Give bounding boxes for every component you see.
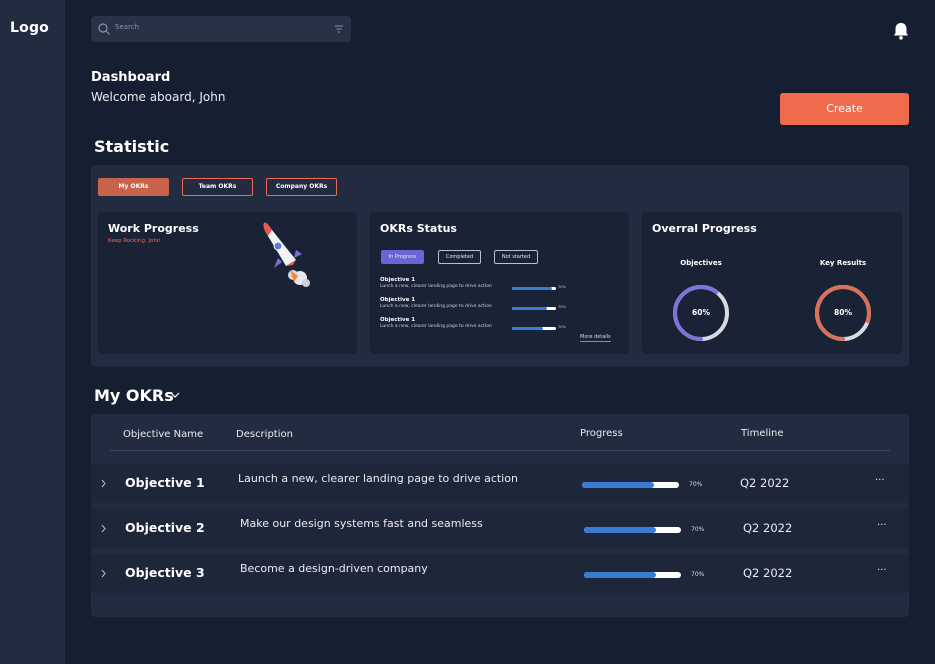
bell-icon[interactable] — [891, 21, 911, 41]
search-input[interactable]: Search — [115, 23, 139, 31]
filter-in-progress[interactable]: In Progress — [381, 250, 424, 264]
more-options-icon[interactable]: ··· — [875, 475, 885, 486]
search-icon — [98, 23, 110, 35]
status-progress-bar — [512, 287, 556, 290]
row-progress-pct: 70% — [691, 571, 705, 578]
row-progress-fill — [584, 527, 656, 533]
chevron-down-icon[interactable] — [170, 391, 180, 399]
row-timeline: Q2 2022 — [740, 476, 790, 490]
row-objective-name: Objective 1 — [125, 475, 205, 490]
statistic-panel: My OKRs Team OKRs Company OKRs Work Prog… — [91, 165, 909, 367]
row-objective-name: Objective 2 — [125, 520, 205, 535]
row-progress-pct: 70% — [691, 526, 705, 533]
more-options-icon[interactable]: ··· — [877, 520, 887, 531]
status-progress-fill — [512, 287, 552, 290]
create-button[interactable]: Create — [780, 93, 909, 125]
tab-my-okrs[interactable]: My OKRs — [98, 178, 169, 196]
work-progress-subtitle: Keep Rocking, John — [108, 238, 161, 244]
row-description: Launch a new, clearer landing page to dr… — [238, 472, 518, 485]
table-row[interactable]: Objective 3 Become a design-driven compa… — [91, 554, 909, 593]
tab-team-okrs[interactable]: Team OKRs — [182, 178, 253, 196]
row-description: Become a design-driven company — [240, 562, 428, 575]
filter-completed[interactable]: Completed — [438, 250, 481, 264]
header-objective-name: Objective Name — [123, 429, 204, 440]
status-progress-pct: 70% — [558, 305, 566, 309]
more-options-icon[interactable]: ··· — [877, 565, 887, 576]
status-objective-item[interactable]: Objective 1 Lunch a new, clearer landing… — [380, 297, 620, 310]
tab-company-okrs[interactable]: Company OKRs — [266, 178, 337, 196]
row-progress-fill — [584, 572, 656, 578]
chevron-right-icon[interactable] — [101, 524, 106, 533]
status-objective-item[interactable]: Objective 1 Lunch a new, clearer landing… — [380, 277, 620, 290]
status-progress-pct: 70% — [558, 285, 566, 289]
logo[interactable]: Logo — [10, 20, 49, 36]
row-progress-bar — [584, 527, 681, 533]
work-progress-title: Work Progress — [108, 222, 199, 235]
my-okrs-title: My OKRs — [94, 386, 174, 405]
status-progress-bar — [512, 307, 556, 310]
sidebar: Logo — [0, 0, 65, 664]
objectives-label: Objectives — [680, 259, 722, 267]
rocket-icon — [263, 222, 310, 287]
row-timeline: Q2 2022 — [743, 566, 793, 580]
status-objective-desc: Lunch a new, clearer landing page to dri… — [380, 324, 492, 329]
work-progress-card: Work Progress Keep Rocking, John — [98, 212, 357, 354]
row-description: Make our design systems fast and seamles… — [240, 517, 483, 530]
header-divider — [110, 450, 890, 451]
overall-progress-card: Overral Progress Objectives Key Results … — [642, 212, 902, 354]
filter-icon[interactable] — [334, 24, 344, 34]
objectives-pct: 60% — [692, 308, 710, 317]
okrs-table: Objective Name Description Progress Time… — [91, 414, 909, 617]
more-details-link[interactable]: More details — [580, 334, 611, 342]
welcome-text: Welcome aboard, John — [91, 90, 226, 104]
header-progress: Progress — [580, 428, 623, 439]
chevron-right-icon[interactable] — [101, 569, 106, 578]
search-bar[interactable]: Search — [91, 16, 351, 42]
status-objective-name: Objective 1 — [380, 317, 416, 323]
filter-not-started[interactable]: Not started — [494, 250, 538, 264]
okrs-status-title: OKRs Status — [380, 222, 457, 235]
page-title: Dashboard — [91, 70, 171, 85]
status-objective-name: Objective 1 — [380, 297, 416, 303]
status-objective-desc: Lunch a new, clearer landing page to dri… — [380, 284, 492, 289]
header-timeline: Timeline — [741, 428, 784, 439]
row-timeline: Q2 2022 — [743, 521, 793, 535]
row-progress-bar — [584, 572, 681, 578]
row-objective-name: Objective 3 — [125, 565, 205, 580]
statistic-title: Statistic — [94, 137, 170, 156]
row-progress-bar — [582, 482, 679, 488]
table-row[interactable]: Objective 2 Make our design systems fast… — [91, 509, 909, 548]
key-results-label: Key Results — [819, 259, 867, 267]
row-progress-pct: 70% — [689, 481, 703, 488]
status-progress-pct: 70% — [558, 325, 566, 329]
key-results-pct: 80% — [834, 308, 852, 317]
table-row[interactable]: Objective 1 Launch a new, clearer landin… — [91, 464, 909, 503]
okrs-status-card: OKRs Status In Progress Completed Not st… — [370, 212, 629, 354]
status-progress-fill — [512, 327, 543, 330]
row-progress-fill — [582, 482, 654, 488]
status-objective-item[interactable]: Objective 1 Lunch a new, clearer landing… — [380, 317, 620, 330]
status-objective-name: Objective 1 — [380, 277, 416, 283]
status-progress-bar — [512, 327, 556, 330]
status-objective-desc: Lunch a new, clearer landing page to dri… — [380, 304, 492, 309]
header-description: Description — [236, 429, 293, 440]
chevron-right-icon[interactable] — [101, 479, 106, 488]
status-progress-fill — [512, 307, 548, 310]
overall-progress-title: Overral Progress — [652, 222, 757, 235]
